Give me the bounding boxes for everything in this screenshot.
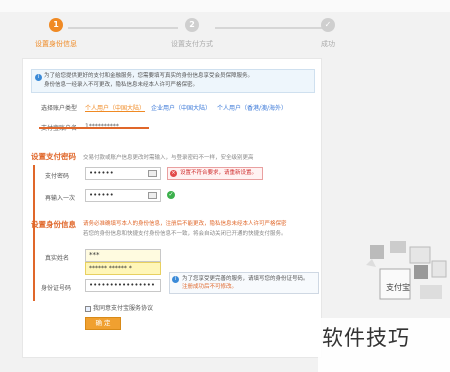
step-2: 2 设置支付方式	[152, 18, 232, 49]
id-tip-line-2: 注册成功后不可修改。	[182, 284, 238, 290]
side-illustration	[366, 241, 447, 300]
agree-text: 我同意支付宝服务协议	[93, 305, 154, 312]
step-3: ✓ 成功	[288, 18, 368, 49]
annotation-arrow	[33, 165, 35, 301]
id-number-label: 身份证号码	[41, 285, 72, 292]
form-card: i 为了给您提供更好的支付和金融服务，您需要填写真实的身份信息享受会员保障服务。…	[22, 58, 322, 358]
pay-password-section-title: 设置支付密码	[31, 152, 76, 161]
confirm-password-label: 再输入一次	[45, 195, 76, 202]
progress-steps: 1 设置身份信息 2 设置支付方式 ✓ 成功	[20, 18, 350, 52]
pay-password-value: ••••••	[89, 169, 114, 177]
page: 1 设置身份信息 2 设置支付方式 ✓ 成功 i 为了给您提供更好的支付和金融服…	[0, 0, 450, 372]
real-name-suggestion[interactable]: ****** ****** *	[85, 262, 161, 275]
step-3-label: 成功	[321, 40, 335, 48]
agree-row[interactable]: 我同意支付宝服务协议	[85, 303, 153, 312]
keyboard-icon[interactable]	[148, 170, 157, 177]
step-1-number: 1	[49, 18, 63, 32]
account-type-option-personal-cn[interactable]: 个人用户（中国大陆）	[85, 103, 145, 112]
account-type-label: 选择账户类型	[41, 105, 78, 112]
info-icon: i	[172, 276, 179, 283]
keyboard-icon[interactable]	[148, 192, 157, 199]
notice-line-1: 为了给您提供更好的支付和金融服务，您需要填写真实的身份信息享受会员保障服务。	[44, 73, 254, 79]
check-ok-icon: ✓	[167, 191, 175, 199]
step-2-label: 设置支付方式	[171, 40, 213, 48]
info-notice: i 为了给您提供更好的支付和金融服务，您需要填写真实的身份信息享受会员保障服务。…	[31, 69, 315, 93]
step-1-label: 设置身份信息	[35, 40, 77, 48]
real-name-suggestion-text: ****** ****** *	[89, 265, 132, 272]
error-icon: ×	[170, 170, 177, 177]
annotation-arrow	[39, 127, 149, 129]
step-3-check-icon: ✓	[321, 18, 335, 32]
pay-password-error: × 设置不符合要求，请重新设置。	[167, 167, 263, 180]
pay-password-error-text: 设置不符合要求，请重新设置。	[180, 170, 258, 176]
top-bar	[0, 0, 450, 12]
confirm-password-input[interactable]: ••••••	[85, 189, 161, 202]
identity-hint-2: 若您的身份信息和快捷支付身份信息不一致，将会自动关闭已开通的快捷支付服务。	[83, 231, 287, 237]
pay-password-label: 支付密码	[45, 173, 70, 180]
info-icon: i	[35, 74, 42, 81]
id-number-value: ••••••••••••••••	[89, 281, 156, 289]
pay-password-input[interactable]: ••••••	[85, 167, 161, 180]
id-number-input[interactable]: ••••••••••••••••	[85, 279, 161, 292]
identity-hint-1: 请务必准确填写本人的身份信息，注册后不能更改，隐私信息未经本人许可严格保密	[83, 221, 287, 227]
submit-button[interactable]: 确 定	[85, 317, 121, 330]
watermark: 软件技巧	[318, 318, 450, 372]
step-1: 1 设置身份信息	[16, 18, 96, 49]
id-tip-line-1: 为了您享受更完善的服务，请填写您的身份证号码。	[182, 276, 309, 282]
step-2-number: 2	[185, 18, 199, 32]
notice-line-2: 身份信息一经录入不可更改，隐私信息未经本人许可严格保密。	[44, 82, 199, 88]
account-type-option-personal-overseas[interactable]: 个人用户（香港/澳/海外）	[217, 103, 287, 112]
identity-section-title: 设置身份信息	[31, 220, 76, 229]
real-name-value: ***	[89, 251, 100, 259]
real-name-input[interactable]: ***	[85, 249, 161, 262]
agree-checkbox[interactable]	[85, 305, 91, 312]
pay-password-hint: 交易付款或账户信息更改时需输入，与登录密码不一样，安全级别更高	[83, 155, 254, 161]
account-type-option-business-cn[interactable]: 企业用户（中国大陆）	[151, 103, 211, 112]
alipay-brand-label: 支付宝	[386, 283, 410, 292]
id-number-tip: i 为了您享受更完善的服务，请填写您的身份证号码。 注册成功后不可修改。	[169, 272, 319, 294]
confirm-password-value: ••••••	[89, 191, 114, 199]
real-name-label: 真实姓名	[45, 255, 70, 262]
